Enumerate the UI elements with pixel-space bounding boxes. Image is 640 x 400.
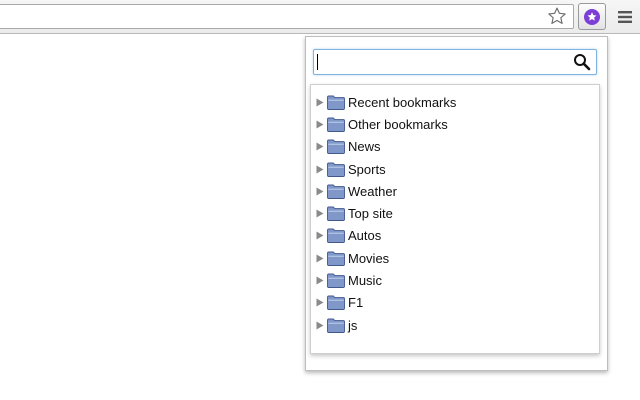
bookmark-folder-label: Sports [348, 161, 386, 177]
expand-arrow-icon[interactable] [315, 142, 325, 151]
address-bar[interactable] [0, 4, 574, 29]
bookmark-folder-label: Top site [348, 206, 393, 222]
browser-menu-button[interactable] [614, 6, 636, 28]
star-icon [547, 6, 567, 26]
bookmark-folder-item[interactable]: Sports [311, 158, 599, 180]
expand-arrow-icon[interactable] [315, 165, 325, 174]
hamburger-menu-icon [617, 9, 633, 25]
bookmark-folder-item[interactable]: Weather [311, 180, 599, 202]
bookmark-folder-item[interactable]: Recent bookmarks [311, 91, 599, 113]
bookmark-folder-item[interactable]: F1 [311, 292, 599, 314]
bookmark-tree: Recent bookmarks Other bookmarks News Sp… [310, 84, 600, 354]
bookmark-folder-label: js [348, 317, 358, 333]
bookmark-folder-label: Recent bookmarks [348, 94, 457, 110]
expand-arrow-icon[interactable] [315, 321, 325, 330]
expand-arrow-icon[interactable] [315, 120, 325, 129]
folder-icon [327, 228, 345, 244]
folder-icon [327, 251, 345, 266]
bookmark-folder-label: Music [348, 273, 382, 289]
bookmark-folder-item[interactable]: js [311, 314, 599, 336]
folder-icon [327, 318, 345, 333]
expand-arrow-icon[interactable] [315, 209, 325, 218]
bookmark-folder-item[interactable]: Autos [311, 225, 599, 247]
expand-arrow-icon[interactable] [315, 298, 325, 307]
bookmark-folder-label: Movies [348, 250, 390, 266]
folder-icon [327, 295, 345, 311]
expand-arrow-icon[interactable] [315, 187, 325, 196]
folder-icon [327, 184, 345, 199]
folder-icon [327, 117, 345, 132]
folder-icon [327, 95, 345, 110]
expand-arrow-icon[interactable] [315, 276, 325, 285]
bookmark-folder-label: Autos [348, 228, 382, 244]
folder-icon [327, 162, 345, 177]
bookmark-folder-label: Other bookmarks [348, 116, 448, 132]
search-icon[interactable] [573, 53, 591, 71]
folder-icon [327, 139, 345, 155]
bookmark-folder-label: Weather [348, 183, 397, 199]
expand-arrow-icon[interactable] [315, 98, 325, 107]
bookmark-extension-button[interactable] [578, 3, 606, 30]
bookmark-star-button[interactable] [545, 5, 569, 27]
search-box[interactable] [313, 49, 597, 75]
bookmark-extension-icon [583, 8, 601, 26]
bookmark-folder-label: F1 [348, 295, 364, 311]
bookmark-folder-item[interactable]: Top site [311, 202, 599, 224]
folder-icon [327, 273, 345, 288]
bookmark-folder-item[interactable]: Movies [311, 247, 599, 269]
text-caret [317, 54, 318, 70]
search-input[interactable] [314, 50, 570, 74]
bookmark-folder-item[interactable]: Other bookmarks [311, 113, 599, 135]
expand-arrow-icon[interactable] [315, 254, 325, 263]
bookmarks-popup: Recent bookmarks Other bookmarks News Sp… [305, 36, 608, 371]
bookmark-folder-item[interactable]: News [311, 136, 599, 158]
expand-arrow-icon[interactable] [315, 231, 325, 240]
folder-icon [327, 206, 345, 222]
bookmark-list: Recent bookmarks Other bookmarks News Sp… [311, 85, 599, 336]
bookmark-folder-label: News [348, 139, 381, 155]
browser-toolbar [0, 0, 640, 34]
bookmark-folder-item[interactable]: Music [311, 269, 599, 291]
